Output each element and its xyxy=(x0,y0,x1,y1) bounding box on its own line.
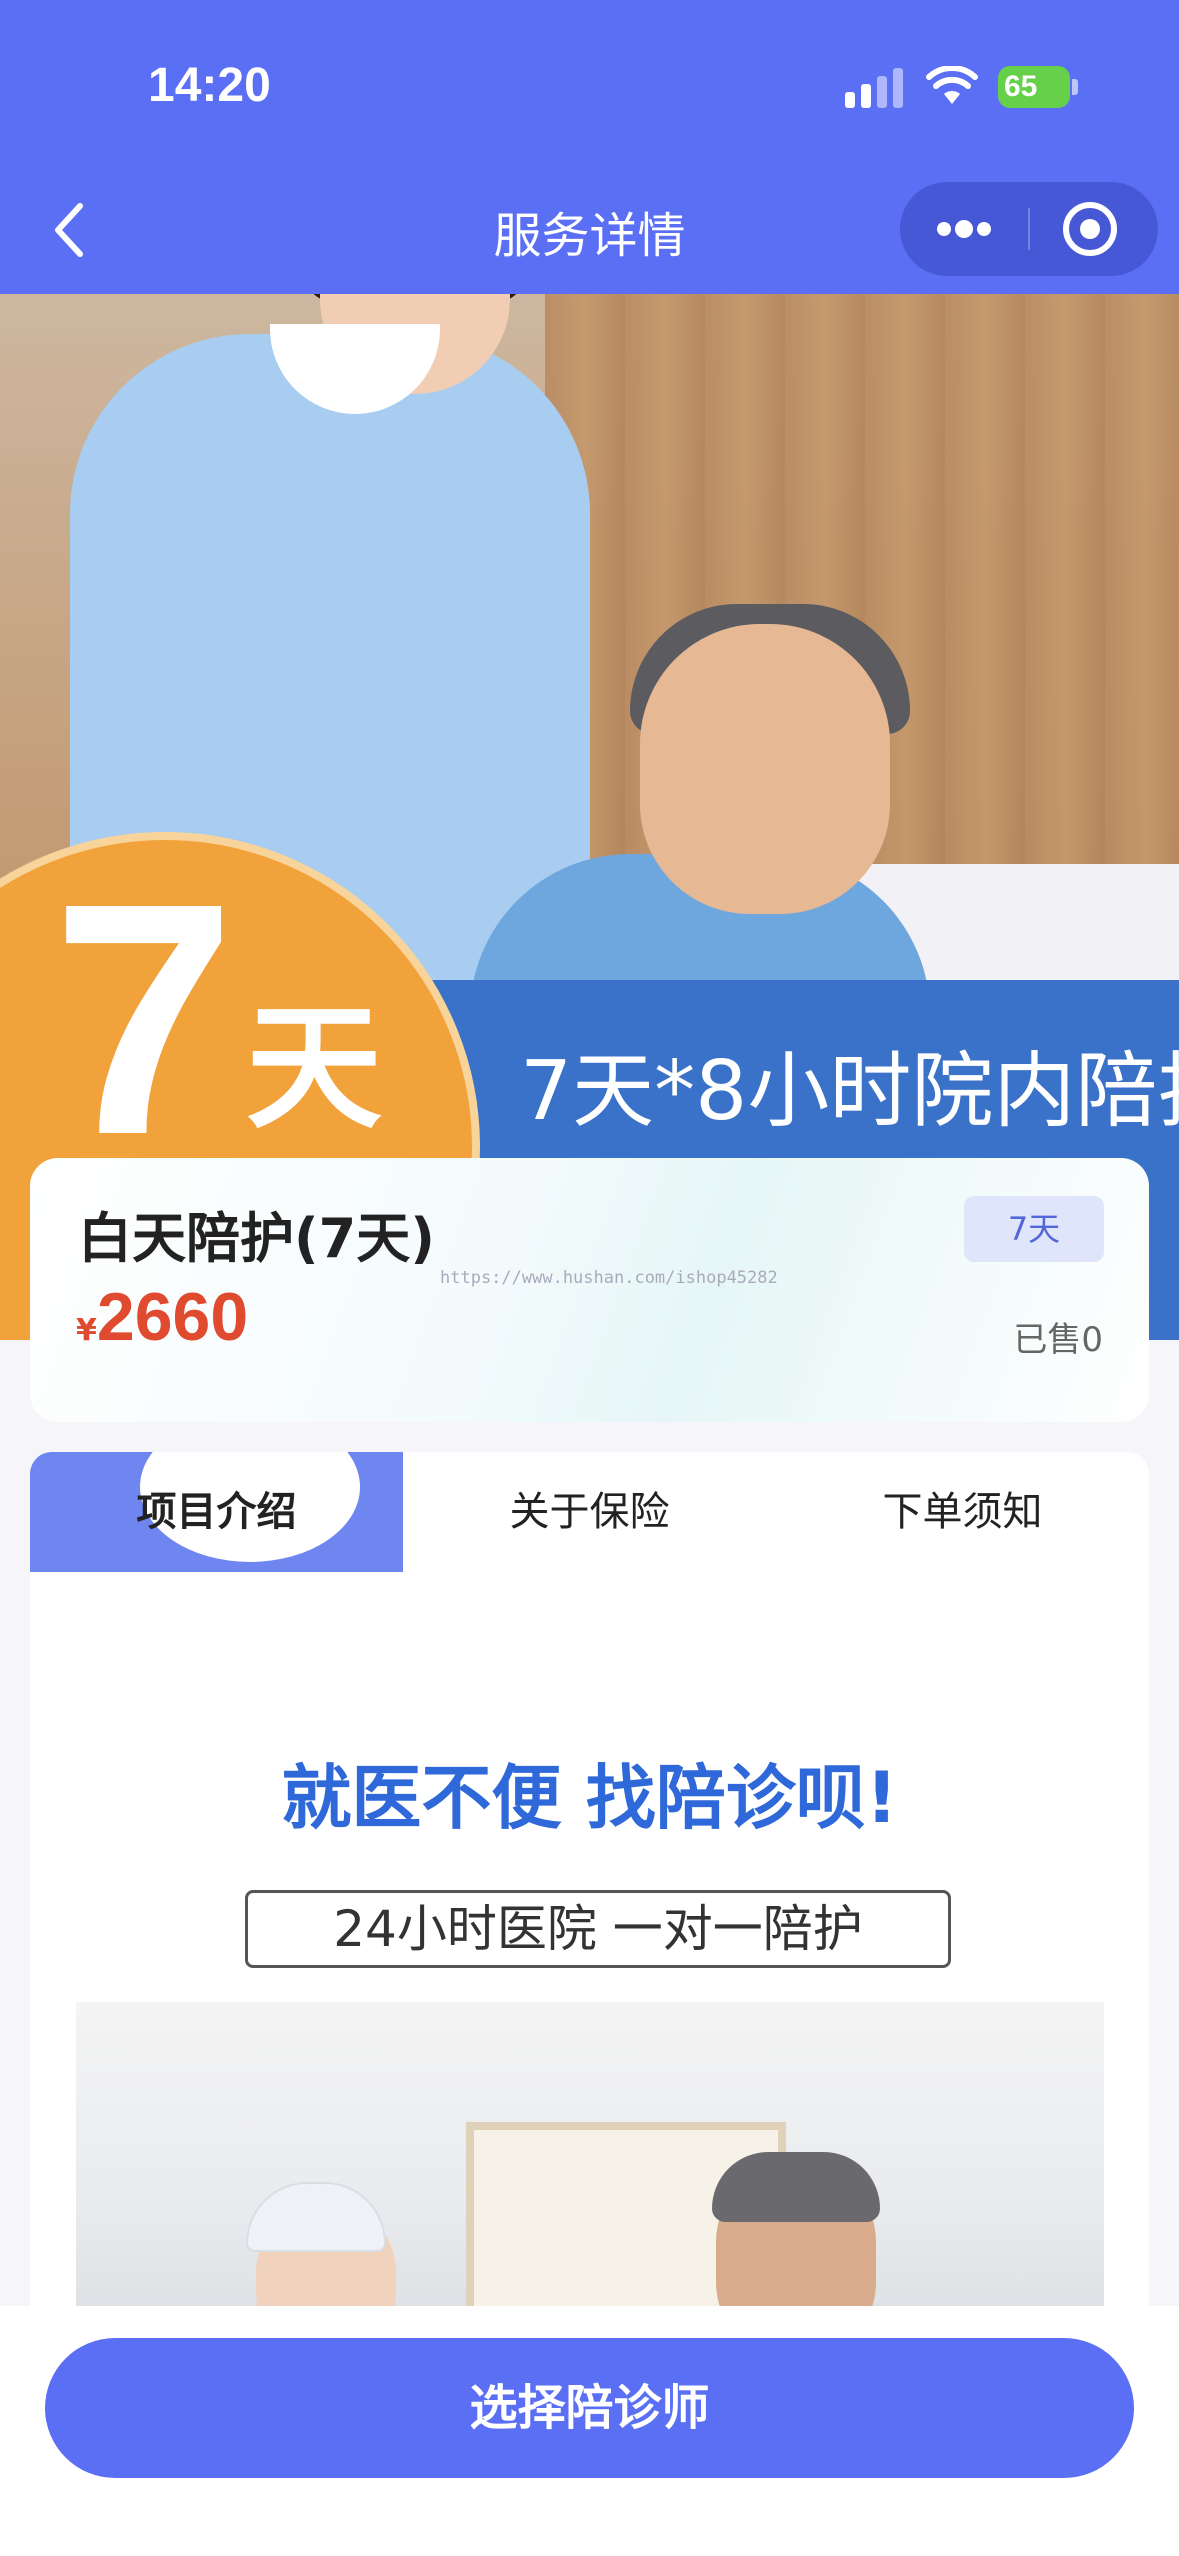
photo-nurse-cap xyxy=(246,2182,386,2252)
close-target-icon[interactable] xyxy=(1030,182,1158,276)
battery-cap xyxy=(1072,79,1078,95)
intro-content: 就医不便 找陪诊呗! 24小时医院 一对一陪护 xyxy=(30,1572,1149,2332)
choose-escort-button[interactable]: 选择陪诊师 xyxy=(45,2338,1134,2478)
more-dots-icon[interactable] xyxy=(900,182,1028,276)
hero-band-text: 7天*8小时院内陪护 xyxy=(520,1044,1179,1139)
intro-photo xyxy=(76,2002,1104,2332)
tab-label: 下单须知 xyxy=(882,1489,1043,1535)
product-price: ¥2660 xyxy=(76,1278,248,1356)
status-time: 14:20 xyxy=(148,59,271,112)
product-card: 白天陪护(7天) https://www.hushan.com/ishop452… xyxy=(30,1158,1149,1422)
mini-program-capsule xyxy=(900,182,1158,276)
intro-subheadline: 24小时医院 一对一陪护 xyxy=(245,1890,951,1968)
tab-about-insurance[interactable]: 关于保险 xyxy=(403,1452,776,1572)
wifi-icon xyxy=(926,66,978,104)
duration-tag: 7天 xyxy=(964,1196,1104,1262)
patient-head xyxy=(640,624,890,914)
detail-tabs: 项目介绍 关于保险 下单须知 xyxy=(30,1452,1149,1572)
tab-order-notice[interactable]: 下单须知 xyxy=(776,1452,1149,1572)
days-badge-unit: 天 xyxy=(246,990,382,1148)
battery-level: 65 xyxy=(998,66,1070,108)
top-bar: 14:20 65 服务详情 xyxy=(0,0,1179,294)
days-badge-number: 7 xyxy=(52,834,236,1203)
bottom-bar: 选择陪诊师 xyxy=(0,2306,1179,2556)
price-amount: 2660 xyxy=(96,1279,249,1355)
tab-label: 项目介绍 xyxy=(136,1489,297,1535)
sold-count: 已售0 xyxy=(1013,1320,1103,1360)
tab-label: 关于保险 xyxy=(509,1489,670,1535)
battery-charging-icon: 65 xyxy=(998,66,1078,108)
intro-headline: 就医不便 找陪诊呗! xyxy=(281,1757,898,1839)
cellular-signal-icon xyxy=(845,68,903,108)
photo-patient-hair xyxy=(712,2152,880,2222)
price-currency: ¥ xyxy=(76,1313,97,1348)
watermark-url: https://www.hushan.com/ishop45282 xyxy=(440,1268,778,1288)
tab-project-intro[interactable]: 项目介绍 xyxy=(30,1452,403,1572)
product-title: 白天陪护(7天) xyxy=(78,1207,435,1270)
